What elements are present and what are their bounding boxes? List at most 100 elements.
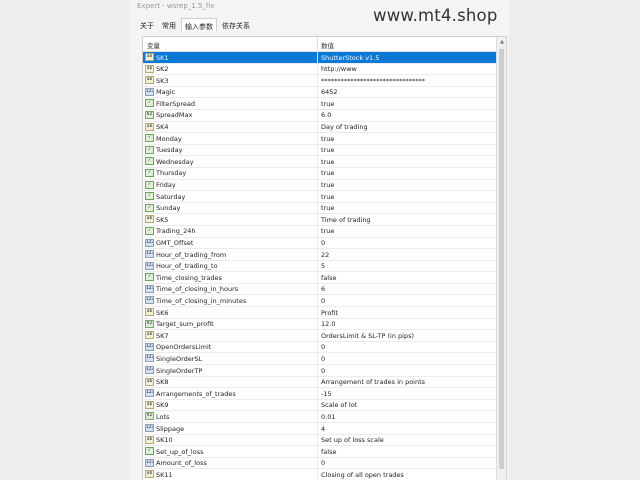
table-row[interactable]: ✓ Friday true xyxy=(143,179,496,192)
parameter-value[interactable]: http://www xyxy=(321,65,357,73)
parameter-value[interactable]: true xyxy=(321,135,334,143)
parameter-value[interactable]: 0 xyxy=(321,297,325,305)
table-row[interactable]: ab SK8 Arrangement of trades in points xyxy=(143,376,496,389)
table-row[interactable]: ✓ Wednesday true xyxy=(143,156,496,168)
parameter-value[interactable]: 22 xyxy=(321,251,329,259)
table-row[interactable]: 123 Time_of_closing_in_minutes 0 xyxy=(143,295,496,308)
parameter-name: Thursday xyxy=(156,169,187,178)
int-type-icon: 123 xyxy=(145,238,154,247)
str-type-icon: ab xyxy=(145,76,154,85)
parameter-value[interactable]: Scale of lot xyxy=(321,401,357,409)
parameter-value[interactable]: 0 xyxy=(321,355,325,363)
table-row[interactable]: ab SK10 Set up of loss scale xyxy=(143,434,496,447)
bool-type-icon: ✓ xyxy=(145,99,154,108)
parameter-value[interactable]: -15 xyxy=(321,390,332,398)
tab-inputs[interactable]: 输入参数 xyxy=(181,18,217,31)
parameter-value[interactable]: 6 xyxy=(321,285,325,293)
parameter-value[interactable]: true xyxy=(321,193,334,201)
parameter-value[interactable]: true xyxy=(321,204,334,212)
table-row[interactable]: ab SK5 Time of trading xyxy=(143,214,496,226)
parameter-value[interactable]: true xyxy=(321,227,334,235)
table-row[interactable]: ✓ Sunday true xyxy=(143,202,496,215)
parameter-name: SK11 xyxy=(156,470,173,479)
parameter-value[interactable]: 4 xyxy=(321,425,325,433)
parameter-value[interactable]: ******************************** xyxy=(321,77,425,85)
parameter-value[interactable]: OrdersLimit & SL-TP (in pips) xyxy=(321,332,414,340)
parameter-value[interactable]: Set up of loss scale xyxy=(321,436,384,444)
parameter-value[interactable]: Time of trading xyxy=(321,216,371,224)
parameter-name: Saturday xyxy=(156,192,186,201)
table-row[interactable]: ✓ Time_closing_trades false xyxy=(143,272,496,284)
table-row[interactable]: ✓ Thursday true xyxy=(143,167,496,180)
table-row[interactable]: V2 SpreadMax 6.0 xyxy=(143,109,496,122)
table-row[interactable]: 123 SingleOrderTP 0 xyxy=(143,365,496,377)
column-header-variable[interactable]: 变量 xyxy=(147,40,160,50)
table-row[interactable]: ✓ Trading_24h true xyxy=(143,225,496,238)
table-row[interactable]: ab SK3 ******************************** xyxy=(143,75,496,87)
table-row[interactable]: 123 Hour_of_trading_to 5 xyxy=(143,260,496,273)
table-row[interactable]: 123 Time_of_closing_in_hours 6 xyxy=(143,283,496,296)
table-row[interactable]: ab SK11 Closing of all open trades xyxy=(143,469,496,480)
table-row[interactable]: 123 GMT_Offset 0 xyxy=(143,237,496,250)
parameter-value[interactable]: 12.0 xyxy=(321,320,335,328)
parameter-value[interactable]: 6452 xyxy=(321,88,338,96)
table-row[interactable]: ✓ FilterSpread true xyxy=(143,98,496,110)
str-type-icon: ab xyxy=(145,470,154,479)
parameter-value[interactable]: false xyxy=(321,274,336,282)
table-row[interactable]: 123 SingleOrderSL 0 xyxy=(143,353,496,366)
scroll-up-icon[interactable]: ▲ xyxy=(499,39,505,47)
parameter-value[interactable]: Closing of all open trades xyxy=(321,471,404,479)
tab-dependencies[interactable]: 依存关系 xyxy=(219,18,253,31)
table-row[interactable]: 123 Arrangements_of_trades -15 xyxy=(143,388,496,400)
parameter-name: Lots xyxy=(156,412,170,421)
table-row[interactable]: V2 Target_sum_profit 12.0 xyxy=(143,318,496,331)
table-row[interactable]: 123 Magic 6452 xyxy=(143,86,496,99)
table-body: ab SK1 ShutterStock v1.5 ab SK2 http://www ab S… xyxy=(143,52,496,480)
str-type-icon: ab xyxy=(145,400,154,409)
parameter-value[interactable]: Profit xyxy=(321,309,338,317)
table-row[interactable]: ab SK6 Profit xyxy=(143,307,496,319)
parameter-value[interactable]: 6.0 xyxy=(321,111,331,119)
parameter-value[interactable]: 0 xyxy=(321,343,325,351)
tab-common[interactable]: 常用 xyxy=(159,18,179,31)
column-header-value[interactable]: 数值 xyxy=(321,40,334,50)
table-row[interactable]: ab SK9 Scale of lot xyxy=(143,399,496,412)
table-row[interactable]: ab SK4 Day of trading xyxy=(143,121,496,134)
parameter-value[interactable]: true xyxy=(321,181,334,189)
parameter-value[interactable]: Arrangement of trades in points xyxy=(321,378,425,386)
table-row[interactable]: 123 Slippage 4 xyxy=(143,423,496,435)
parameter-value[interactable]: 0.01 xyxy=(321,413,335,421)
table-row[interactable]: ab SK1 ShutterStock v1.5 xyxy=(143,52,496,64)
scrollbar-thumb[interactable] xyxy=(499,49,504,469)
table-row[interactable]: ✓ Tuesday true xyxy=(143,144,496,157)
parameter-value[interactable]: false xyxy=(321,448,336,456)
table-row[interactable]: ab SK7 OrdersLimit & SL-TP (in pips) xyxy=(143,330,496,342)
table-row[interactable]: ✓ Set_up_of_loss false xyxy=(143,446,496,458)
vertical-scrollbar[interactable]: ▲ xyxy=(496,37,506,480)
parameter-value[interactable]: 0 xyxy=(321,367,325,375)
parameter-name: GMT_Offset xyxy=(156,239,194,247)
int-type-icon: 123 xyxy=(145,424,154,432)
parameter-value[interactable]: 0 xyxy=(321,459,325,467)
int-type-icon: 123 xyxy=(145,261,154,270)
table-row[interactable]: ab SK2 http://www xyxy=(143,63,496,76)
parameter-value[interactable]: ShutterStock v1.5 xyxy=(321,54,379,62)
parameter-value[interactable]: Day of trading xyxy=(321,123,368,131)
parameter-name: Slippage xyxy=(156,424,185,433)
tab-about[interactable]: 关于 xyxy=(137,18,157,31)
str-type-icon: ab xyxy=(145,308,154,317)
table-row[interactable]: 123 Hour_of_trading_from 22 xyxy=(143,249,496,261)
table-row[interactable]: 123 OpenOrdersLimit 0 xyxy=(143,341,496,354)
parameter-value[interactable]: true xyxy=(321,100,334,108)
parameter-value[interactable]: true xyxy=(321,146,334,154)
parameter-value[interactable]: 5 xyxy=(321,262,325,270)
parameter-value[interactable]: true xyxy=(321,169,334,177)
table-row[interactable]: 123 Amount_of_loss 0 xyxy=(143,457,496,470)
parameter-value[interactable]: true xyxy=(321,158,334,166)
bool-type-icon: ✓ xyxy=(145,203,154,212)
parameter-name: SingleOrderTP xyxy=(156,366,203,375)
table-row[interactable]: ✓ Monday true xyxy=(143,133,496,145)
table-row[interactable]: V2 Lots 0.01 xyxy=(143,411,496,423)
parameter-value[interactable]: 0 xyxy=(321,239,325,247)
table-row[interactable]: ✓ Saturday true xyxy=(143,191,496,203)
